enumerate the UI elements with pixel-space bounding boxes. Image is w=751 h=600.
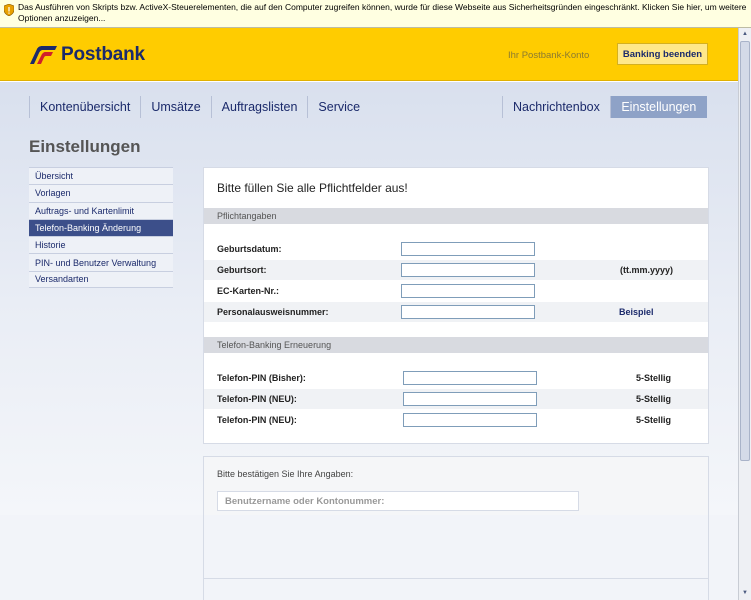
- confirm-panel: Bitte bestätigen Sie Ihre Angaben: Benut…: [203, 456, 709, 516]
- field-label: Telefon-PIN (Bisher):: [217, 373, 306, 383]
- page-overlay: [0, 515, 738, 600]
- beispiel-link[interactable]: Beispiel: [619, 307, 654, 317]
- shield-warning-icon: [4, 4, 14, 16]
- date-format-hint: (tt.mm.yyyy): [620, 265, 674, 275]
- nav-einstellungen[interactable]: Einstellungen: [609, 96, 707, 118]
- field-label: Telefon-PIN (NEU):: [217, 394, 297, 404]
- field-label: EC-Karten-Nr.:: [217, 286, 280, 296]
- infobar-text: Das Ausführen von Skripts bzw. ActiveX-S…: [18, 2, 747, 23]
- confirm-text: Bitte bestätigen Sie Ihre Angaben:: [217, 469, 354, 479]
- sidebar-item-uebersicht[interactable]: Übersicht: [29, 167, 173, 185]
- divider: [203, 578, 709, 579]
- field-label: Telefon-PIN (NEU):: [217, 415, 297, 425]
- form-row: Telefon-PIN (NEU): 5-Stellig: [204, 389, 708, 409]
- sidebar-item-historie[interactable]: Historie: [29, 236, 173, 254]
- pin-length-hint: 5-Stellig: [636, 394, 672, 404]
- postbank-logo-icon: [30, 46, 57, 64]
- section-pflichtangaben: Pflichtangaben: [204, 208, 708, 224]
- postbank-logo[interactable]: Postbank: [28, 44, 145, 66]
- form-row: Telefon-PIN (NEU): 5-Stellig: [204, 410, 708, 430]
- main-area: Kontenübersicht Umsätze Auftragslisten S…: [0, 82, 738, 516]
- pin-old-input[interactable]: [403, 371, 537, 385]
- account-link[interactable]: Ihr Postbank-Konto: [508, 50, 589, 61]
- form-row: Geburtsort: (tt.mm.yyyy): [204, 260, 708, 280]
- sidebar-item-vorlagen[interactable]: Vorlagen: [29, 184, 173, 202]
- field-label: Personalausweisnummer:: [217, 307, 329, 317]
- nav-service[interactable]: Service: [307, 96, 370, 118]
- scroll-down-icon[interactable]: ▼: [740, 588, 750, 598]
- form-panel: Bitte füllen Sie alle Pflichtfelder aus!…: [203, 167, 709, 444]
- vertical-scrollbar[interactable]: ▲ ▼: [738, 28, 751, 600]
- sidebar-item-versandarten[interactable]: Versandarten: [29, 270, 173, 289]
- main-nav: Kontenübersicht Umsätze Auftragslisten S…: [29, 96, 370, 118]
- nav-nachrichtenbox[interactable]: Nachrichtenbox: [502, 96, 610, 118]
- scroll-up-icon[interactable]: ▲: [740, 29, 750, 39]
- nav-auftragslisten[interactable]: Auftragslisten: [210, 96, 308, 118]
- secondary-nav: Nachrichtenbox Einstellungen: [502, 96, 707, 118]
- sidebar: Übersicht Vorlagen Auftrags- und Kartenl…: [29, 167, 173, 289]
- form-row: Geburtsdatum:: [204, 239, 708, 259]
- pin-length-hint: 5-Stellig: [636, 373, 672, 383]
- form-row: Telefon-PIN (Bisher): 5-Stellig: [204, 368, 708, 388]
- form-row: Personalausweisnummer: Beispiel: [204, 302, 708, 322]
- page-title: Einstellungen: [29, 137, 141, 156]
- form-heading: Bitte füllen Sie alle Pflichtfelder aus!: [217, 181, 408, 195]
- ec-karten-input[interactable]: [401, 284, 535, 298]
- geburtsdatum-input[interactable]: [401, 242, 535, 256]
- personalausweis-input[interactable]: [401, 305, 535, 319]
- username-input[interactable]: Benutzername oder Kontonummer:: [217, 491, 579, 511]
- section-telefon-banking: Telefon-Banking Erneuerung: [204, 337, 708, 353]
- field-label: Geburtsdatum:: [217, 244, 282, 254]
- site-header: Postbank Ihr Postbank-Konto Banking been…: [0, 28, 738, 81]
- pin-new-confirm-input[interactable]: [403, 413, 537, 427]
- sidebar-item-limit[interactable]: Auftrags- und Kartenlimit: [29, 201, 173, 219]
- sidebar-item-telefon-banking[interactable]: Telefon-Banking Änderung: [29, 218, 173, 237]
- nav-kontenuebersicht[interactable]: Kontenübersicht: [29, 96, 140, 118]
- end-banking-button[interactable]: Banking beenden: [617, 43, 708, 65]
- brand-name: Postbank: [61, 44, 145, 65]
- nav-umsaetze[interactable]: Umsätze: [140, 96, 210, 118]
- form-row: EC-Karten-Nr.:: [204, 281, 708, 301]
- ghost-panel: [203, 515, 709, 600]
- pin-length-hint: 5-Stellig: [636, 415, 672, 425]
- geburtsort-input[interactable]: [401, 263, 535, 277]
- security-infobar[interactable]: Das Ausführen von Skripts bzw. ActiveX-S…: [0, 0, 751, 28]
- scroll-thumb[interactable]: [740, 41, 750, 461]
- sidebar-item-pin-verwaltung[interactable]: PIN- und Benutzer Verwaltung: [29, 253, 173, 271]
- field-label: Geburtsort:: [217, 265, 267, 275]
- pin-new-input[interactable]: [403, 392, 537, 406]
